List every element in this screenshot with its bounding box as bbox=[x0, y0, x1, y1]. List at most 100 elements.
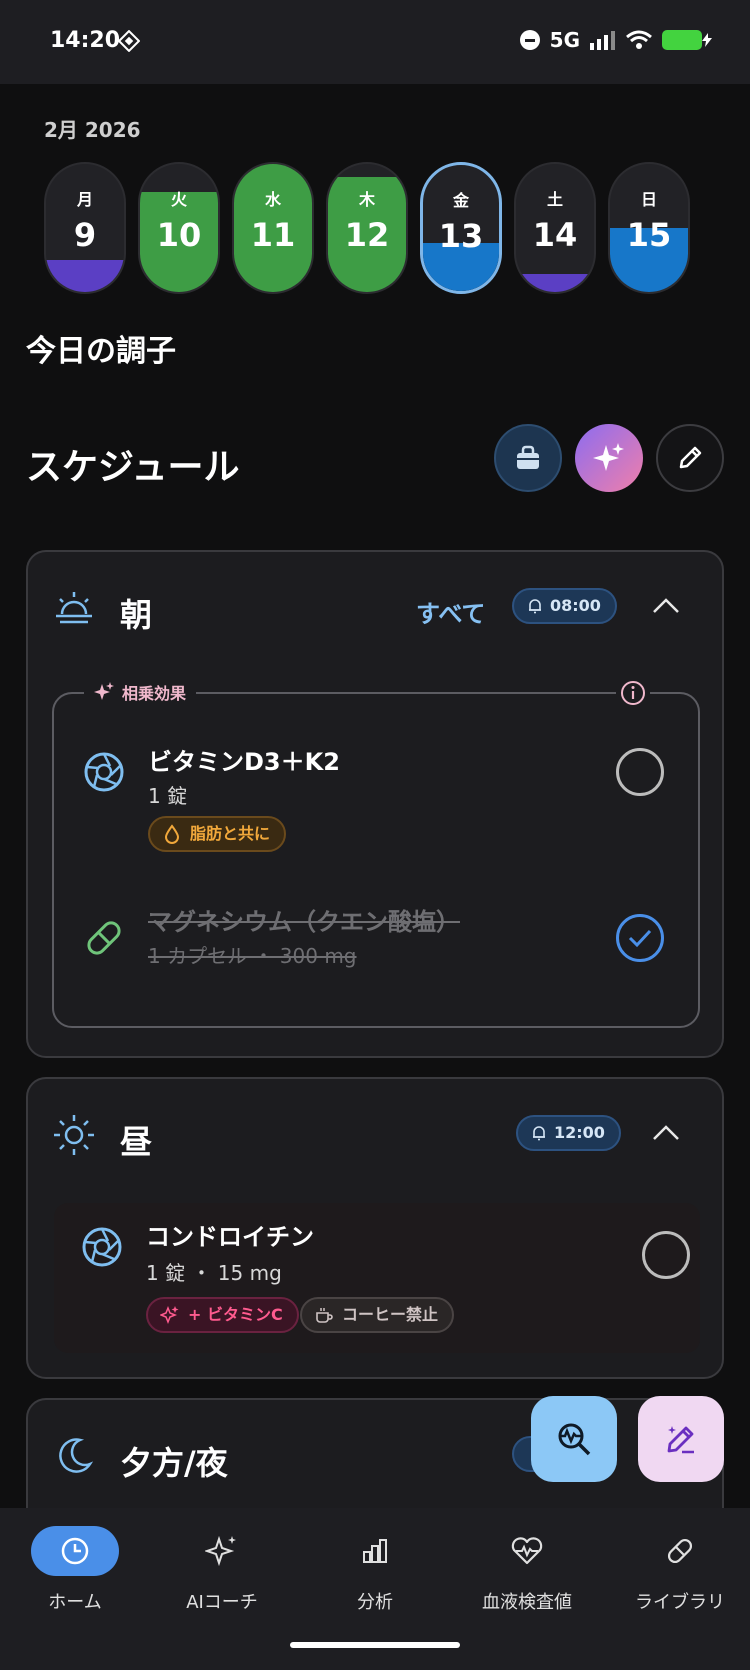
nav-analysis-icon-wrap bbox=[331, 1526, 419, 1576]
supplement-item-chondroitin[interactable]: コンドロイチン 1 錠 ・ 15 mg + ビタミンC コーヒー禁止 bbox=[54, 1203, 700, 1353]
supplement-item-magnesium[interactable]: マグネシウム（クエン酸塩） 1 カプセル ・ 300 mg bbox=[54, 894, 698, 1044]
day-progress-fill bbox=[516, 274, 594, 292]
synergy-label: 相乗効果 bbox=[84, 680, 197, 704]
day-number: 15 bbox=[626, 216, 672, 254]
day-pill[interactable]: 月9 bbox=[44, 162, 126, 294]
nav-home[interactable]: ホーム bbox=[0, 1526, 150, 1616]
capsule-icon bbox=[87, 921, 121, 955]
sparkle-icon bbox=[160, 1305, 179, 1325]
morning-section: 朝 すべて 08:00 相乗効果 ビタミンD3＋K2 1 錠 脂肪と共に マグネ… bbox=[26, 550, 724, 1058]
day-pill[interactable]: 土 14 bbox=[514, 162, 596, 294]
evening-title: 夕方/夜 bbox=[120, 1444, 228, 1482]
ai-suggest-button[interactable] bbox=[575, 424, 643, 492]
noon-time-text: 12:00 bbox=[554, 1123, 605, 1142]
synergy-info-button[interactable] bbox=[616, 678, 650, 708]
moon-icon bbox=[59, 1438, 94, 1473]
supplement-name: マグネシウム（クエン酸塩） bbox=[148, 908, 460, 936]
no-coffee-tag: コーヒー禁止 bbox=[300, 1297, 455, 1333]
noon-section: 昼 12:00 コンドロイチン 1 錠 ・ 15 mg + ビタミンC コーヒー… bbox=[26, 1077, 724, 1379]
supplement-name: ビタミンD3＋K2 bbox=[148, 748, 340, 776]
nav-home-icon-wrap bbox=[31, 1526, 119, 1576]
nav-blood-icon-wrap bbox=[483, 1526, 571, 1576]
info-icon bbox=[621, 681, 645, 705]
add-entry-button[interactable] bbox=[638, 1396, 724, 1482]
coffee-cup-icon bbox=[316, 1308, 333, 1323]
take-checkbox[interactable] bbox=[616, 748, 664, 796]
morning-reminder-time[interactable]: 08:00 bbox=[512, 588, 617, 624]
sun-icon bbox=[54, 1115, 94, 1155]
take-all-button[interactable]: すべて bbox=[416, 594, 485, 629]
status-bar: 14:20 5G bbox=[0, 0, 750, 84]
morning-time-text: 08:00 bbox=[550, 596, 601, 615]
drop-icon bbox=[164, 824, 180, 844]
aperture-icon bbox=[84, 752, 124, 792]
day-number: 14 bbox=[532, 216, 578, 254]
app-glyph-icon bbox=[118, 30, 140, 52]
signal-icon bbox=[590, 31, 615, 50]
supplement-dose: 1 錠 ・ 15 mg bbox=[146, 1261, 282, 1285]
noon-header[interactable]: 昼 12:00 bbox=[28, 1079, 722, 1197]
morning-header[interactable]: 朝 すべて 08:00 bbox=[28, 552, 722, 670]
magic-pencil-icon bbox=[667, 1426, 694, 1454]
schedule-title: スケジュール bbox=[26, 447, 240, 488]
week-strip: 月 9 火 10 水 11 木 12 金 13 土 14 日 15 bbox=[44, 162, 690, 294]
pencil-icon bbox=[679, 446, 702, 469]
tag-text: コーヒー禁止 bbox=[342, 1305, 439, 1324]
day-pill[interactable]: 金 13 bbox=[420, 162, 502, 294]
chevron-up-icon[interactable] bbox=[648, 588, 684, 624]
heart-pulse-icon bbox=[511, 1537, 543, 1565]
day-pill[interactable]: 日 15 bbox=[608, 162, 690, 294]
nav-ai-icon-wrap bbox=[178, 1526, 266, 1576]
network-type: 5G bbox=[549, 28, 580, 52]
search-pulse-icon bbox=[558, 1423, 591, 1456]
supplement-dose: 1 錠 bbox=[148, 784, 188, 808]
noon-title: 昼 bbox=[120, 1123, 153, 1161]
edit-schedule-button[interactable] bbox=[656, 424, 724, 492]
chevron-up-icon[interactable] bbox=[648, 1115, 684, 1151]
take-checkbox[interactable] bbox=[642, 1231, 690, 1279]
sparkle-icon bbox=[593, 443, 624, 471]
wifi-icon bbox=[626, 30, 652, 49]
shopping-bag-icon bbox=[517, 445, 539, 469]
aperture-icon bbox=[82, 1227, 122, 1267]
sparkle-icon bbox=[205, 1535, 236, 1567]
battery-icon bbox=[662, 30, 712, 50]
scan-supplement-button[interactable] bbox=[531, 1396, 617, 1482]
sparkle-icon bbox=[94, 682, 114, 700]
month-label: 2月 2026 bbox=[44, 118, 141, 142]
day-progress-fill bbox=[46, 260, 124, 292]
supplement-item-vitamin-d3[interactable]: ビタミンD3＋K2 1 錠 脂肪と共に bbox=[54, 734, 698, 884]
day-pill[interactable]: 木 12 bbox=[326, 162, 408, 294]
nav-label: 分析 bbox=[357, 1592, 393, 1613]
nav-label: ホーム bbox=[48, 1592, 102, 1613]
supplement-dose: 1 カプセル ・ 300 mg bbox=[148, 944, 357, 968]
synergy-group: 相乗効果 ビタミンD3＋K2 1 錠 脂肪と共に マグネシウム（クエン酸塩） 1… bbox=[52, 678, 700, 1028]
status-time: 14:20 bbox=[50, 28, 121, 53]
condition-title: 今日の調子 bbox=[26, 334, 176, 369]
day-pill[interactable]: 水 11 bbox=[232, 162, 314, 294]
day-number: 9 bbox=[73, 216, 97, 254]
home-indicator bbox=[290, 1642, 460, 1648]
nav-label: ライブラリ bbox=[635, 1592, 725, 1613]
day-pill[interactable]: 火 10 bbox=[138, 162, 220, 294]
bell-icon bbox=[533, 1126, 545, 1141]
nav-label: 血液検査値 bbox=[482, 1592, 572, 1613]
day-weekday: 水 bbox=[264, 190, 281, 209]
nav-library-icon-wrap bbox=[636, 1526, 724, 1576]
evening-header[interactable]: 夕方/夜 bbox=[28, 1400, 722, 1518]
day-number: 11 bbox=[250, 216, 296, 254]
day-weekday: 火 bbox=[170, 190, 187, 209]
day-number: 12 bbox=[344, 216, 390, 254]
day-number: 10 bbox=[156, 216, 202, 254]
nav-blood-test[interactable]: 血液検査値 bbox=[452, 1526, 602, 1616]
capsule-icon bbox=[667, 1538, 693, 1564]
noon-reminder-time[interactable]: 12:00 bbox=[516, 1115, 621, 1151]
day-weekday: 日 bbox=[640, 190, 657, 209]
nav-ai-coach[interactable]: AIコーチ bbox=[147, 1526, 297, 1616]
status-indicators: 5G bbox=[519, 28, 712, 52]
nav-library[interactable]: ライブラリ bbox=[605, 1526, 750, 1616]
nav-analysis[interactable]: 分析 bbox=[300, 1526, 450, 1616]
shop-button[interactable] bbox=[494, 424, 562, 492]
taken-checkbox[interactable] bbox=[616, 914, 664, 962]
bell-icon bbox=[529, 599, 541, 614]
